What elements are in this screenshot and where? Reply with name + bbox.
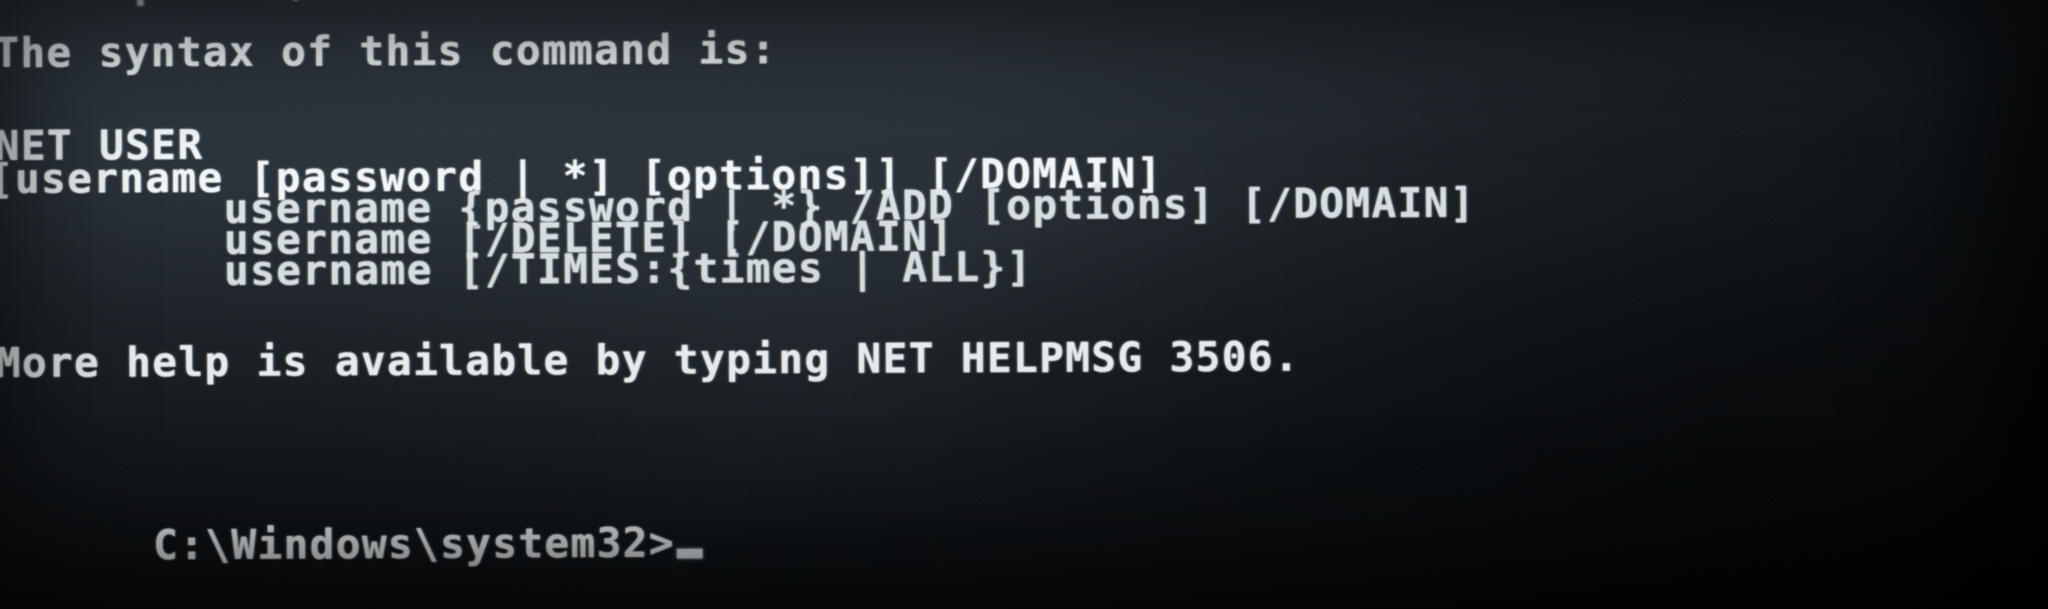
text-cursor [676,548,703,559]
terminal-screenshot: The option /HELP is unknown. The syntax … [0,0,2048,609]
terminal-line-more-help: More help is available by typing NET HEL… [0,332,1301,388]
terminal-line-usage-times: username [/TIMES:{times | ALL}] [0,242,1033,297]
terminal-line-clipped-top: The option /HELP is unknown. [4,0,735,8]
terminal-prompt-line[interactable]: C:\Windows\system32> [0,482,703,608]
terminal-line-syntax-header: The syntax of this command is: [0,25,777,78]
prompt-symbol: > [648,518,675,567]
prompt-path: C:\Windows\system32 [153,518,649,570]
